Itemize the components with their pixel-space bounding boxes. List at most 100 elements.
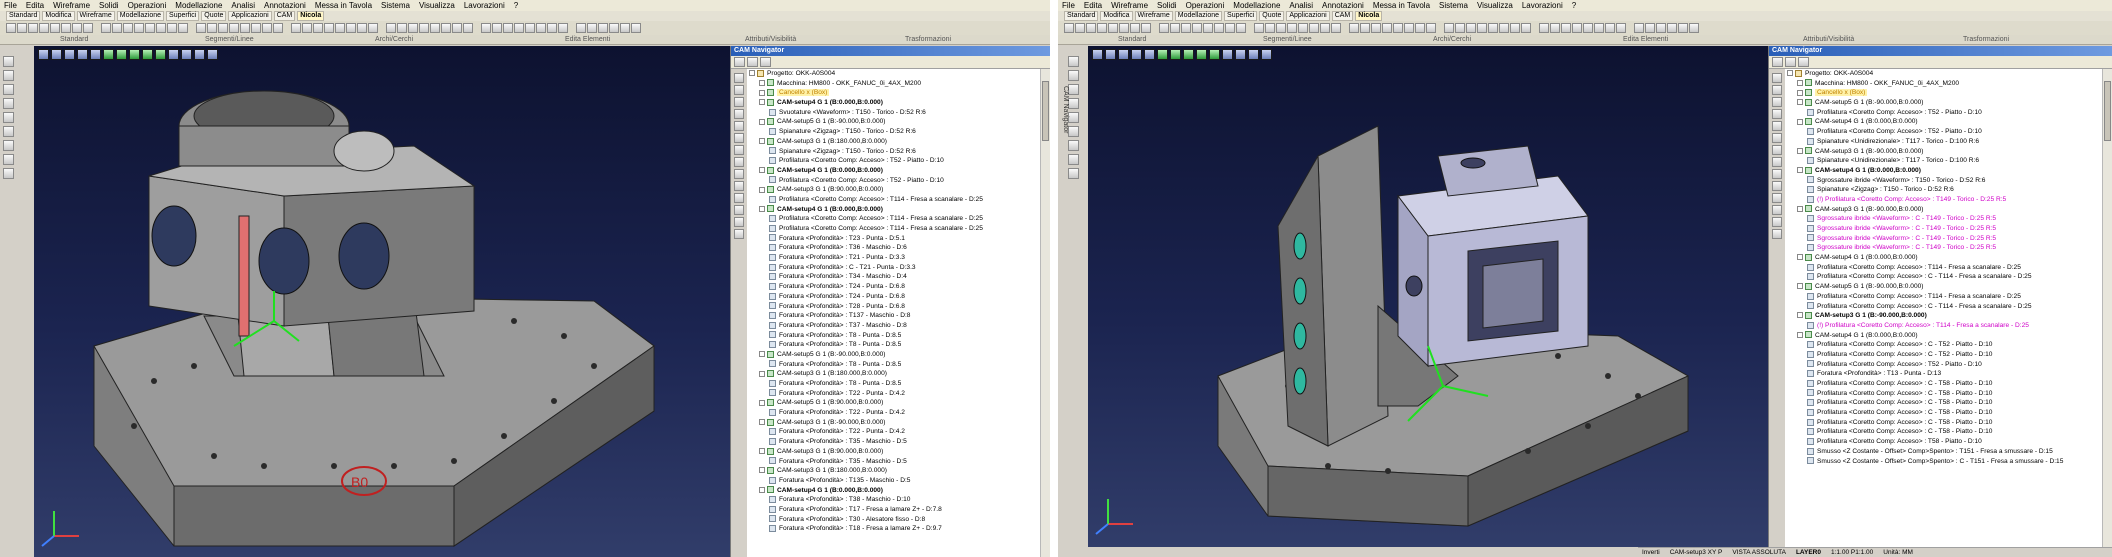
navigator-tool-icon[interactable] [734, 85, 744, 95]
menu-solidi[interactable]: Solidi [99, 1, 119, 10]
toolbar-button-icon[interactable] [1130, 23, 1140, 33]
toolbar-button-icon[interactable] [112, 23, 122, 33]
scrollbar-thumb[interactable] [1042, 81, 1049, 141]
navigator-tool-icon[interactable] [1772, 85, 1782, 95]
navigator-tool-icon[interactable] [1772, 205, 1782, 215]
toolbar-button-icon[interactable] [1170, 23, 1180, 33]
operation-node[interactable]: Profilatura <Coretto Comp: Acceso> : C -… [1785, 340, 2102, 350]
view-tool-icon[interactable] [1196, 49, 1207, 60]
tab-superfici[interactable]: Superfici [1224, 11, 1258, 21]
toolbar-button-icon[interactable] [609, 23, 619, 33]
settings-tab-icon[interactable] [1785, 57, 1796, 67]
toolbar-button-icon[interactable] [1499, 23, 1509, 33]
toolbar-button-icon[interactable] [397, 23, 407, 33]
toolbar-button-icon[interactable] [17, 23, 27, 33]
expand-toggle-icon[interactable] [759, 79, 765, 86]
toolbar-button-icon[interactable] [1382, 23, 1392, 33]
expand-toggle-icon[interactable] [759, 448, 765, 455]
view-tool-icon[interactable] [1170, 49, 1181, 60]
operation-node[interactable]: Spianature <Zigzag> : T150 - Torico - D:… [747, 147, 1040, 157]
toolbar-button-icon[interactable] [156, 23, 166, 33]
expand-toggle-icon[interactable] [1797, 118, 1803, 125]
tree-node[interactable]: Cancello x (Box) [1785, 88, 2102, 98]
tab-cam[interactable]: CAM [273, 11, 296, 21]
toolbar-button-icon[interactable] [1236, 23, 1246, 33]
tool-icon[interactable] [1067, 112, 1079, 123]
toolbar-button-icon[interactable] [1192, 23, 1202, 33]
toolbar-button-icon[interactable] [284, 23, 290, 33]
toolbar-button-icon[interactable] [1488, 23, 1498, 33]
3d-viewport[interactable]: B0 [34, 46, 730, 557]
view-tool-icon[interactable] [168, 49, 179, 60]
operation-node[interactable]: Spianature <Zigzag> : T150 - Torico - D:… [1785, 185, 2102, 195]
setup-node[interactable]: CAM-setup5 G 1 (B:-90.000,B:0.000) [1785, 282, 2102, 292]
toolbar-button-icon[interactable] [525, 23, 535, 33]
toolbar-button-icon[interactable] [386, 23, 396, 33]
menu-modellazione[interactable]: Modellazione [1233, 1, 1280, 10]
toolbar-button-icon[interactable] [1444, 23, 1454, 33]
operation-node[interactable]: Profilatura <Coretto Comp: Acceso> : T11… [1785, 292, 2102, 302]
view-tool-icon[interactable] [1118, 49, 1129, 60]
expand-toggle-icon[interactable] [759, 351, 765, 358]
toolbar-button-icon[interactable] [167, 23, 177, 33]
setup-node[interactable]: CAM-setup4 G 1 (B:0.000,B:0.000) [1785, 253, 2102, 263]
tool-icon[interactable] [1067, 168, 1079, 179]
menu-annotazioni[interactable]: Annotazioni [264, 1, 306, 10]
toolbar-button-icon[interactable] [1086, 23, 1096, 33]
toolbar-button-icon[interactable] [1605, 23, 1615, 33]
3d-viewport[interactable] [1088, 46, 1768, 547]
toolbar-button-icon[interactable] [598, 23, 608, 33]
toolbar-button-icon[interactable] [1247, 23, 1253, 33]
tools-tab-icon[interactable] [760, 57, 771, 67]
operation-node[interactable]: Foratura <Profondità> : T135 - Maschio -… [747, 476, 1040, 486]
toolbar-button-icon[interactable] [514, 23, 524, 33]
operation-node[interactable]: Sgrossature ibride <Waveform> : C - T149… [1785, 234, 2102, 244]
toolbar-button-icon[interactable] [1627, 23, 1633, 33]
operation-node[interactable]: Sgrossature ibride <Waveform> : C - T149… [1785, 243, 2102, 253]
tool-icon[interactable] [1067, 98, 1079, 109]
toolbar-button-icon[interactable] [178, 23, 188, 33]
expand-toggle-icon[interactable] [759, 99, 765, 106]
navigator-tool-icon[interactable] [1772, 133, 1782, 143]
operation-node[interactable]: Profilatura <Coretto Comp: Acceso> : T11… [1785, 263, 2102, 273]
toolbar-button-icon[interactable] [1309, 23, 1319, 33]
menu-visualizza[interactable]: Visualizza [419, 1, 455, 10]
operation-node[interactable]: Spianature <Unidirezionale> : T117 - Tor… [1785, 156, 2102, 166]
navigator-tool-icon[interactable] [734, 73, 744, 83]
menu-messa-in-tavola[interactable]: Messa in Tavola [315, 1, 372, 10]
tool-icon[interactable] [1067, 56, 1079, 67]
toolbar-button-icon[interactable] [291, 23, 301, 33]
toolbar-button-icon[interactable] [134, 23, 144, 33]
navigator-tool-icon[interactable] [1772, 217, 1782, 227]
operation-node[interactable]: (!) Profilatura <Coretto Comp: Acceso> :… [1785, 195, 2102, 205]
navigator-tool-icon[interactable] [1772, 73, 1782, 83]
toolbar-button-icon[interactable] [1404, 23, 1414, 33]
tool-icon[interactable] [2, 112, 14, 123]
expand-toggle-icon[interactable] [759, 89, 765, 96]
toolbar-button-icon[interactable] [408, 23, 418, 33]
setup-node[interactable]: CAM-setup3 G 1 (B:90.000,B:0.000) [747, 185, 1040, 195]
operation-node[interactable]: Foratura <Profondità> : T22 - Punta - D:… [747, 408, 1040, 418]
toolbar-button-icon[interactable] [503, 23, 513, 33]
menu-analisi[interactable]: Analisi [1289, 1, 1313, 10]
toolbar-button-icon[interactable] [123, 23, 133, 33]
operation-node[interactable]: Profilatura <Coretto Comp: Acceso> : C -… [1785, 427, 2102, 437]
operation-node[interactable]: Spianature <Unidirezionale> : T117 - Tor… [1785, 137, 2102, 147]
operation-node[interactable]: Profilatura <Coretto Comp: Acceso> : T11… [747, 195, 1040, 205]
toolbar-button-icon[interactable] [313, 23, 323, 33]
toolbar-button-icon[interactable] [1678, 23, 1688, 33]
menu-help[interactable]: ? [1572, 1, 1576, 10]
expand-toggle-icon[interactable] [759, 186, 765, 193]
operation-node[interactable]: Foratura <Profondità> : T8 - Punta - D:8… [747, 331, 1040, 341]
toolbar-button-icon[interactable] [1360, 23, 1370, 33]
tab-standard[interactable]: Standard [1064, 11, 1099, 21]
toolbar-button-icon[interactable] [1214, 23, 1224, 33]
operation-node[interactable]: Profilatura <Coretto Comp: Acceso> : C -… [1785, 272, 2102, 282]
operation-node[interactable]: Smusso <Z Costante - Offset> Comp>Spento… [1785, 457, 2102, 467]
view-tool-icon[interactable] [1144, 49, 1155, 60]
expand-toggle-icon[interactable] [1797, 89, 1803, 96]
toolbar-button-icon[interactable] [1287, 23, 1297, 33]
toolbar-button-icon[interactable] [61, 23, 71, 33]
view-tool-icon[interactable] [1183, 49, 1194, 60]
toolbar-button-icon[interactable] [1254, 23, 1264, 33]
